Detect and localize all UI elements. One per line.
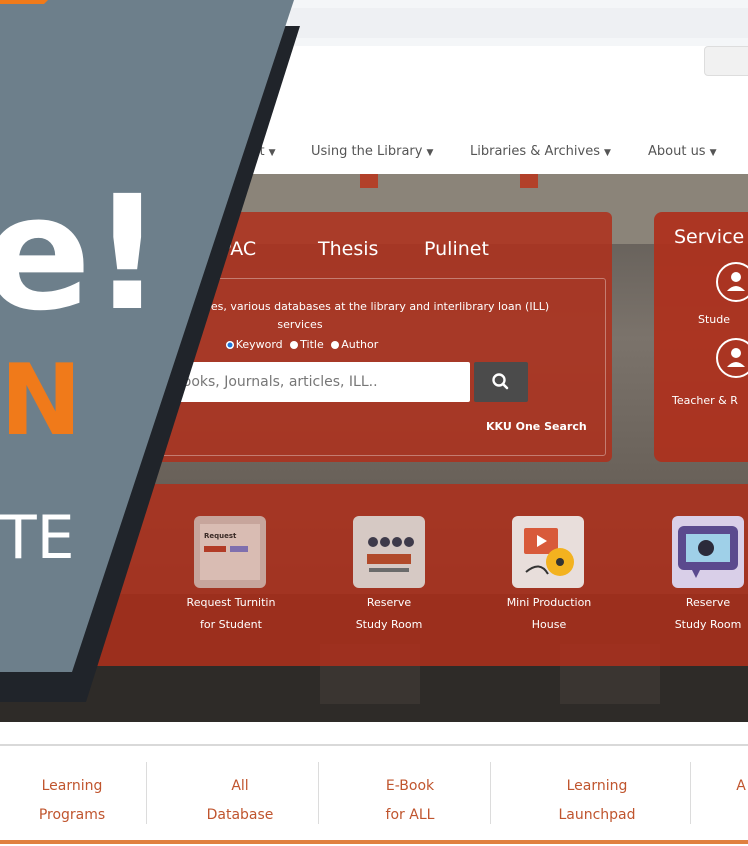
service-caption-line: for Student xyxy=(200,618,262,631)
tab-thesis[interactable]: Thesis xyxy=(318,238,378,260)
hero-beam xyxy=(520,174,538,188)
user-icon xyxy=(727,272,745,291)
turnitin-thumbnail[interactable]: Request xyxy=(194,516,266,588)
footer-link-learning-programs[interactable]: Learning Programs xyxy=(22,772,122,830)
nav-item-label: Libraries & Archives xyxy=(470,144,600,159)
footer-link-partial[interactable]: A xyxy=(734,772,748,801)
footer-link-line: All xyxy=(231,778,249,794)
service-caption[interactable]: Request Turnitin for Student xyxy=(166,592,296,636)
service-caption-line: Study Room xyxy=(355,618,423,631)
tab-pulinet[interactable]: Pulinet xyxy=(424,238,489,260)
footer-link-line: A xyxy=(736,778,746,794)
caret-down-icon: ▼ xyxy=(268,148,276,158)
services-panel-item[interactable]: Teacher & R xyxy=(672,394,738,407)
search-description: services xyxy=(277,318,323,331)
radio-keyword[interactable] xyxy=(225,341,234,349)
service-caption-line: Study Room xyxy=(674,618,742,631)
footer-link-learning-launchpad[interactable]: Learning Launchpad xyxy=(547,772,647,830)
footer-link-line: E-Book xyxy=(385,778,435,794)
service-caption[interactable]: Reserve Study Room xyxy=(643,592,748,636)
student-icon[interactable] xyxy=(716,262,748,302)
header-button[interactable] xyxy=(704,46,748,76)
study-room-thumbnail[interactable] xyxy=(353,516,425,588)
footer-link-line: Launchpad xyxy=(558,807,636,823)
service-caption-line: Request Turnitin xyxy=(186,596,276,609)
services-panel-title: Service xyxy=(674,226,745,248)
film-reel-icon xyxy=(524,528,574,576)
footer-divider xyxy=(490,762,491,824)
footer-link-ebook-for-all[interactable]: E-Book for ALL xyxy=(360,772,460,830)
footer-link-line: Learning xyxy=(566,778,628,794)
caret-down-icon: ▼ xyxy=(426,148,434,158)
service-caption-line: Mini Production xyxy=(506,596,592,609)
one-search-link[interactable]: KKU One Search xyxy=(486,420,587,433)
search-button[interactable] xyxy=(474,362,528,402)
footer-divider xyxy=(690,762,691,824)
search-description: es, various databases at the library and… xyxy=(210,300,550,313)
thumb-label: Request xyxy=(204,532,237,540)
caret-down-icon: ▼ xyxy=(709,148,717,158)
user-icon xyxy=(727,348,745,367)
turnitin-icon: Request xyxy=(200,524,260,580)
radio-author-label: Author xyxy=(341,338,379,351)
search-type-radios: Keyword Title Author xyxy=(150,338,450,351)
footer-link-line: Programs xyxy=(38,807,106,823)
service-caption-line: Reserve xyxy=(366,596,412,609)
nav-item-libraries-archives[interactable]: Libraries & Archives ▼ xyxy=(470,144,611,159)
nav-item-label: About us xyxy=(648,144,706,159)
services-panel xyxy=(654,212,748,462)
footer-divider xyxy=(146,762,147,824)
search-icon xyxy=(492,373,509,390)
nav-item-label: Using the Library xyxy=(311,144,423,159)
study-room-thumbnail[interactable] xyxy=(672,516,744,588)
nav-item-about-us[interactable]: About us ▼ xyxy=(648,144,717,159)
nav-item-using-library[interactable]: Using the Library ▼ xyxy=(311,144,433,159)
hero-beam xyxy=(360,174,378,188)
service-caption[interactable]: Reserve Study Room xyxy=(324,592,454,636)
search-input[interactable] xyxy=(140,362,470,402)
footer-divider xyxy=(318,762,319,824)
footer-link-all-database[interactable]: All Database xyxy=(190,772,290,830)
service-caption-line: House xyxy=(531,618,567,631)
projector-icon xyxy=(678,526,738,578)
services-panel-item[interactable]: Stude xyxy=(698,313,730,326)
nav-item-support[interactable]: port ▼ xyxy=(238,144,276,159)
footer-accent-line xyxy=(0,840,748,844)
footer-link-line: Learning xyxy=(41,778,103,794)
radio-title-label: Title xyxy=(300,338,324,351)
radio-keyword-label: Keyword xyxy=(235,338,283,351)
address-bar[interactable] xyxy=(290,8,748,38)
radio-title[interactable] xyxy=(290,341,299,349)
mini-production-thumbnail[interactable] xyxy=(512,516,584,588)
footer-link-line: for ALL xyxy=(385,807,435,823)
tab-opac[interactable]: OPAC xyxy=(205,238,256,260)
radio-author[interactable] xyxy=(331,341,340,349)
teacher-icon[interactable] xyxy=(716,338,748,378)
caret-down-icon: ▼ xyxy=(603,148,611,158)
meeting-room-icon xyxy=(367,537,414,572)
service-caption[interactable]: Mini Production House xyxy=(484,592,614,636)
nav-item-label: port xyxy=(238,144,265,159)
footer-link-line: Database xyxy=(206,807,274,823)
service-caption-line: Reserve xyxy=(685,596,731,609)
